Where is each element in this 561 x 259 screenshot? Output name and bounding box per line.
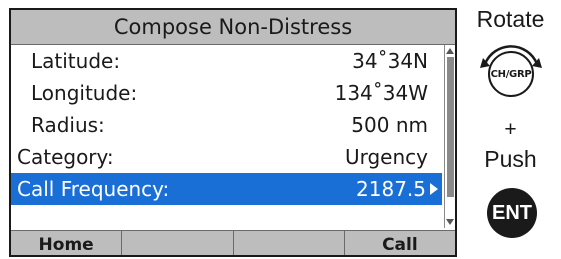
knob-face: CH/GRP <box>488 51 534 97</box>
category-value: Urgency <box>344 145 428 169</box>
latitude-label: Latitude: <box>31 49 121 73</box>
latitude-row[interactable]: Latitude: 34˚34N <box>11 45 442 77</box>
push-instruction: Push <box>484 146 537 172</box>
softkey-3[interactable] <box>234 231 345 255</box>
plus-sign: + <box>504 118 517 141</box>
radius-value: 500 nm <box>351 113 428 137</box>
arrow-right-icon <box>430 183 438 195</box>
radio-display: Compose Non-Distress Latitude: 34˚34N Lo… <box>9 8 457 257</box>
screen-title: Compose Non-Distress <box>11 10 455 45</box>
menu-list: Latitude: 34˚34N Longitude: 134˚34W Radi… <box>11 45 442 205</box>
radius-label: Radius: <box>31 113 105 137</box>
longitude-value: 134˚34W <box>334 81 428 105</box>
longitude-label: Longitude: <box>31 81 138 105</box>
knob-label: CH/GRP <box>490 68 532 80</box>
longitude-row[interactable]: Longitude: 134˚34W <box>11 77 442 109</box>
softkey-home[interactable]: Home <box>11 231 123 255</box>
category-label: Category: <box>17 145 114 169</box>
call-frequency-row[interactable]: Call Frequency: 2187.5 <box>11 173 442 205</box>
call-frequency-label: Call Frequency: <box>17 177 170 201</box>
category-row[interactable]: Category: Urgency <box>11 141 442 173</box>
latitude-value: 34˚34N <box>352 49 428 73</box>
control-instructions: Rotate CH/GRP + Push ENT <box>460 0 561 259</box>
rotate-instruction: Rotate <box>476 6 545 32</box>
call-frequency-value-wrap: 2187.5 <box>356 177 438 201</box>
ent-button[interactable]: ENT <box>487 188 537 238</box>
softkey-call[interactable]: Call <box>345 231 455 255</box>
scroll-thumb[interactable] <box>447 57 454 197</box>
radius-row[interactable]: Radius: 500 nm <box>11 109 442 141</box>
call-frequency-value: 2187.5 <box>356 177 426 201</box>
ch-grp-knob[interactable]: CH/GRP <box>477 40 545 108</box>
scroll-down-icon <box>446 219 454 225</box>
softkey-bar: Home Call <box>11 230 455 255</box>
scroll-up-icon <box>446 48 454 54</box>
softkey-2[interactable] <box>122 231 234 255</box>
scrollbar[interactable] <box>444 45 455 228</box>
